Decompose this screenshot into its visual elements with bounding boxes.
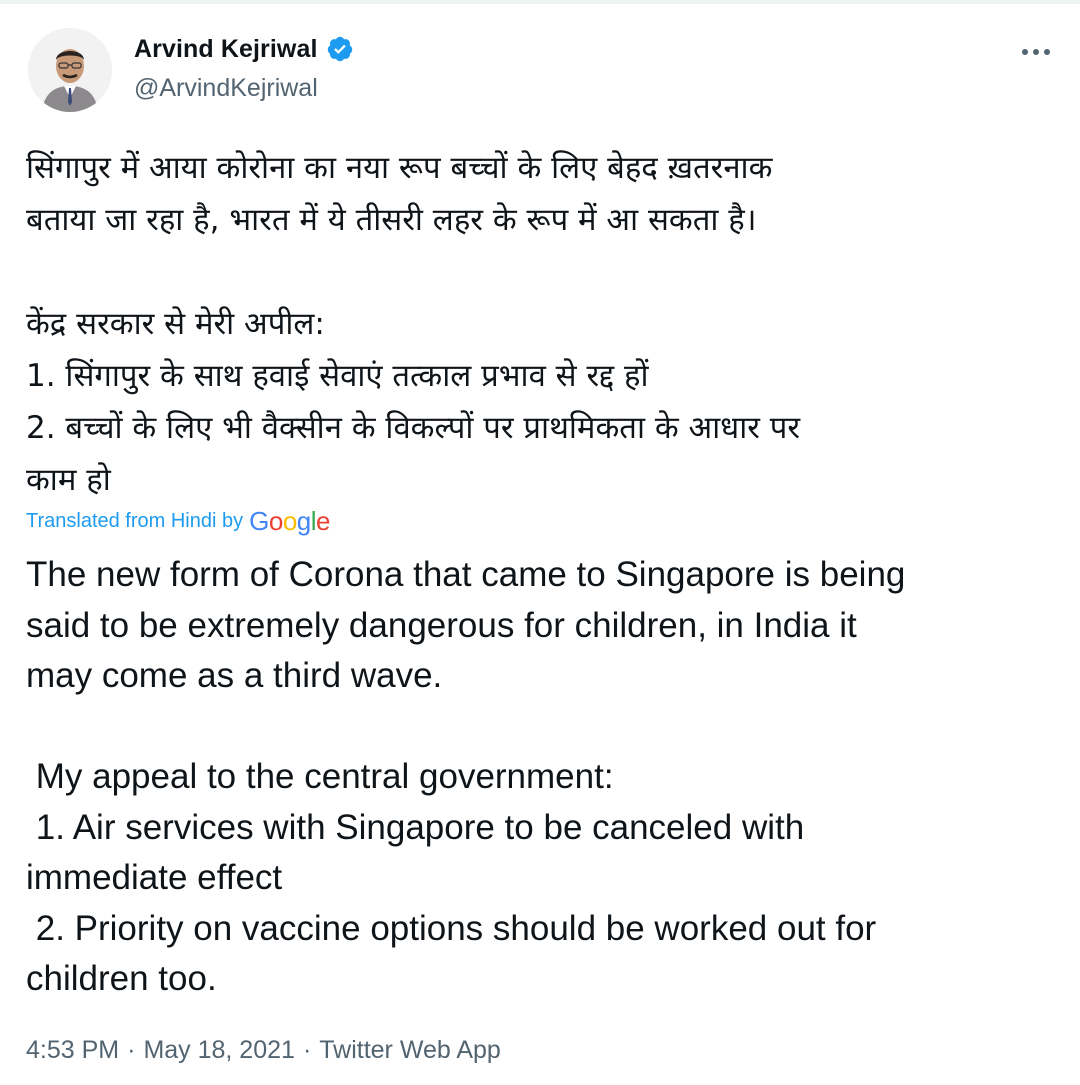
tweet-source[interactable]: Twitter Web App (319, 1036, 501, 1065)
tweet-text-hindi: सिंगापुर में आया कोरोना का नया रूप बच्चो… (26, 150, 801, 498)
author-display-name[interactable]: Arvind Kejriwal (134, 33, 318, 65)
more-options-icon[interactable] (1020, 36, 1052, 68)
avatar-image (28, 28, 112, 112)
tweet-date[interactable]: May 18, 2021 (143, 1036, 295, 1065)
tweet-time[interactable]: 4:53 PM (26, 1036, 119, 1065)
tweet-metadata: 4:53 PM · May 18, 2021 · Twitter Web App (26, 1036, 501, 1065)
tweet-text-english: The new form of Corona that came to Sing… (26, 555, 906, 998)
translation-attribution: Translated from Hindi by Google (26, 506, 331, 537)
top-divider (0, 0, 1080, 4)
verified-badge-icon (326, 35, 354, 63)
translation-label: Translated from Hindi by (26, 510, 244, 532)
meta-separator: · (127, 1036, 136, 1064)
google-logo: Google (249, 506, 331, 536)
author-name-row[interactable]: Arvind Kejriwal (134, 33, 354, 65)
author-handle[interactable]: @ArvindKejriwal (134, 72, 318, 104)
meta-separator: · (302, 1036, 312, 1064)
avatar[interactable] (28, 28, 112, 112)
